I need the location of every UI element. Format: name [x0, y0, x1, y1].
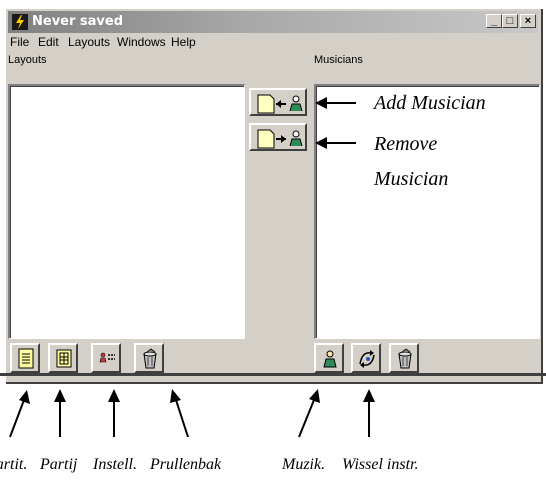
remove-musician-arrow: [315, 137, 356, 149]
partit-arrow: [9, 390, 30, 438]
instell-arrow: [108, 389, 120, 437]
muzik-annotation: Muzik.: [282, 456, 326, 473]
remove-musician-annotation-line1: Remove: [374, 133, 438, 155]
partij-arrow: [54, 389, 66, 437]
instell-annotation: Instell.: [93, 456, 137, 473]
partit-annotation: Partit.: [0, 456, 28, 473]
wissel-instr-arrow: [363, 389, 375, 437]
muzik-arrow: [298, 389, 320, 438]
wissel-instr-annotation: Wissel instr.: [342, 456, 419, 473]
remove-musician-annotation-line2: Musician: [374, 168, 449, 190]
add-musician-arrow: [315, 97, 356, 109]
annotation-arrows: [9, 97, 375, 438]
prullenbak-arrow: [170, 389, 189, 438]
add-musician-annotation: Add Musician: [374, 92, 486, 114]
prullenbak-annotation: Prullenbak: [150, 456, 222, 473]
partij-annotation: Partij: [40, 456, 78, 473]
